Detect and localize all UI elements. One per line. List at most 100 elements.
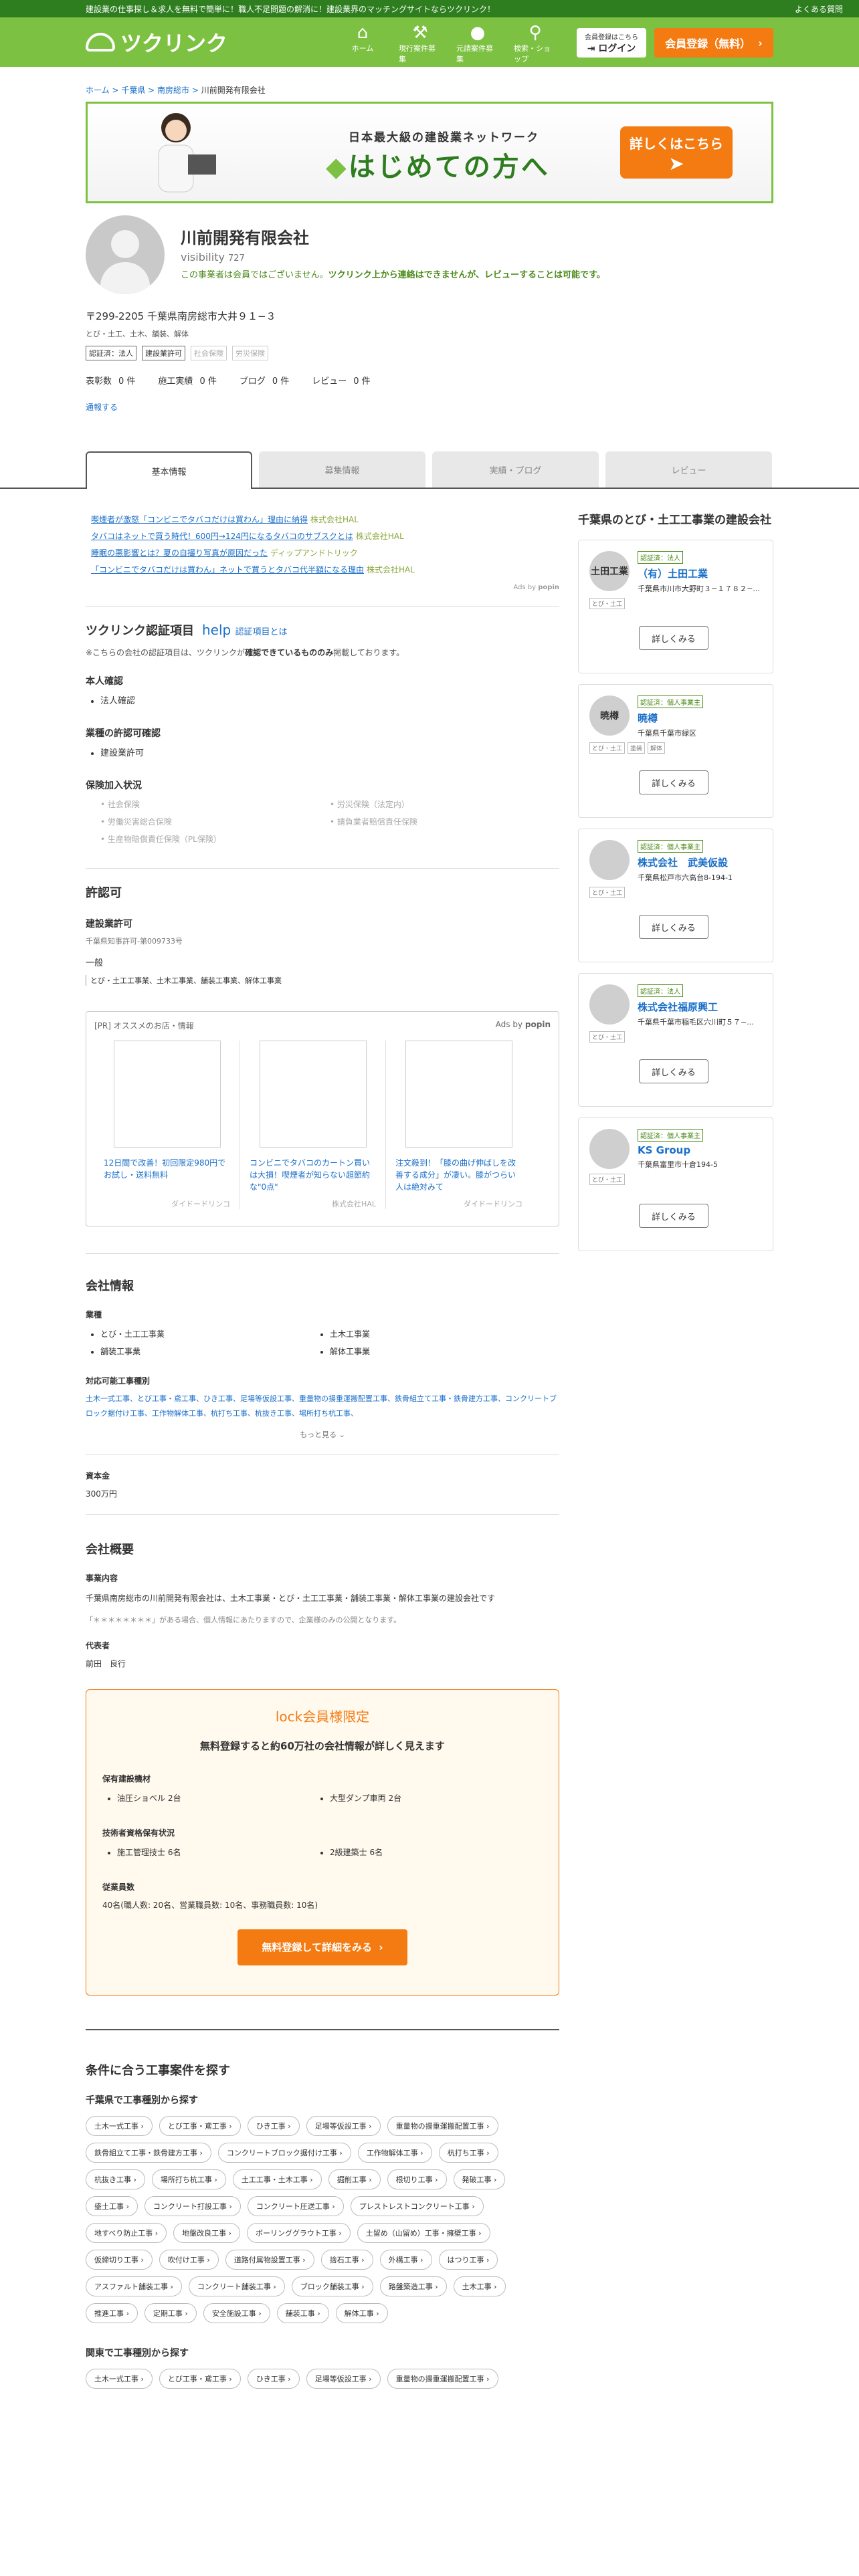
trade-chip[interactable]: 土木一式工事 › xyxy=(86,2369,153,2389)
ad-link-text[interactable]: 喫煙者が激怒「コンビニでタバコだけは買わん」理由に納得 xyxy=(91,515,308,524)
stat-works[interactable]: 施工実績 0 件 xyxy=(158,374,216,387)
trade-chip[interactable]: 盛土工事 › xyxy=(86,2196,138,2216)
trade-chip[interactable]: 重量物の揚重運搬配置工事 › xyxy=(387,2369,498,2389)
trade-chip[interactable]: 道路付属物設置工事 › xyxy=(225,2250,314,2270)
trade-chip[interactable]: 掘削工事 › xyxy=(328,2169,381,2189)
trade-chip[interactable]: 足場等仮設工事 › xyxy=(306,2369,381,2389)
company-logo[interactable] xyxy=(589,984,630,1025)
trade-chip[interactable]: 捨石工事 › xyxy=(320,2250,373,2270)
trade-chip[interactable]: コンクリート打設工事 › xyxy=(144,2196,241,2216)
nav-home[interactable]: ⌂ ホーム xyxy=(341,23,384,64)
trade-chip[interactable]: コンクリート舗装工事 › xyxy=(188,2276,285,2296)
intro-banner[interactable]: 日本最大級の建設業ネットワーク ◆はじめての方へ 詳しくはこちら ➤ xyxy=(86,102,773,203)
pr-image[interactable] xyxy=(259,1041,367,1148)
pr-card[interactable]: 注文殺到！「膝の曲げ伸ばしを改善する成分」が凄い。膝がつらい人は絶対みて ダイドー… xyxy=(386,1041,532,1209)
trade-chip[interactable]: コンクリートブロック据付け工事 › xyxy=(217,2143,351,2163)
trade-chip[interactable]: アスファルト舗装工事 › xyxy=(86,2276,182,2296)
trade-chip[interactable]: ボーリンググラウト工事 › xyxy=(247,2223,351,2243)
help-link[interactable]: 認証項目とは xyxy=(235,627,288,637)
pr-card[interactable]: 12日間で改善！初回限定980円でお試し・送料無料 ダイドードリンコ xyxy=(94,1041,240,1209)
ad-link[interactable]: 喫煙者が激怒「コンビニでタバコだけは買わん」理由に納得 株式会社HAL xyxy=(91,512,559,528)
trade-chip[interactable]: 鉄骨組立て工事・鉄骨建方工事 › xyxy=(86,2143,211,2163)
trade-chip[interactable]: 杭打ち工事 › xyxy=(438,2143,498,2163)
company-logo[interactable] xyxy=(589,840,630,880)
pr-text[interactable]: 注文殺到！「膝の曲げ伸ばしを改善する成分」が凄い。膝がつらい人は絶対みて xyxy=(395,1157,522,1194)
stat-reviews[interactable]: レビュー 0 件 xyxy=(312,374,370,387)
trade-chip[interactable]: 杭抜き工事 › xyxy=(86,2169,145,2189)
details-button[interactable]: 詳しくみる xyxy=(639,770,708,794)
help-icon[interactable]: help xyxy=(202,622,231,638)
trade-chip[interactable]: 発破工事 › xyxy=(453,2169,506,2189)
ad-link-text[interactable]: タバコはネットで買う時代！600円→124円になるタバコのサブスクとは xyxy=(91,532,353,541)
trade-chip[interactable]: 重量物の揚重運搬配置工事 › xyxy=(387,2116,498,2136)
trade-chip[interactable]: 安全施設工事 › xyxy=(203,2303,270,2323)
trade-chip[interactable]: 推進工事 › xyxy=(86,2303,138,2323)
nav-prime-jobs[interactable]: ● 元請案件募集 xyxy=(456,23,499,64)
pr-text[interactable]: 12日間で改善！初回限定980円でお試し・送料無料 xyxy=(104,1157,230,1194)
trade-chip[interactable]: ひき工事 › xyxy=(247,2369,300,2389)
company-logo[interactable]: 暁樽 xyxy=(589,695,630,736)
trade-chip[interactable]: はつり工事 › xyxy=(438,2250,498,2270)
ad-link-text[interactable]: 「コンビニでタバコだけは買わん」ネットで買うとタバコ代半額になる理由 xyxy=(91,565,364,574)
trade-chip[interactable]: 地すべり防止工事 › xyxy=(86,2223,167,2243)
trade-chip[interactable]: プレストレストコンクリート工事 › xyxy=(350,2196,484,2216)
details-button[interactable]: 詳しくみる xyxy=(639,1204,708,1228)
breadcrumb-city[interactable]: 南房総市 xyxy=(157,86,189,95)
trade-chip[interactable]: ブロック舗装工事 › xyxy=(291,2276,373,2296)
trade-chip[interactable]: 舗装工事 › xyxy=(276,2303,329,2323)
trade-chip[interactable]: 路盤築造工事 › xyxy=(379,2276,447,2296)
trade-chip[interactable]: 外構工事 › xyxy=(379,2250,432,2270)
register-details-button[interactable]: 無料登録して詳細をみる › xyxy=(237,1929,407,1965)
signup-button[interactable]: 会員登録（無料） › xyxy=(654,28,773,58)
trade-types-links[interactable]: 土木一式工事、とび工事・鳶工事、ひき工事、足場等仮設工事、重量物の揚重運搬配置工… xyxy=(86,1392,559,1422)
ad-link[interactable]: 睡眠の悪影響とは？夏の自撮り写真が原因だった ディップアンドトリック xyxy=(91,545,559,562)
trade-chip[interactable]: ひき工事 › xyxy=(247,2116,300,2136)
pr-image[interactable] xyxy=(113,1041,221,1148)
nav-search-shop[interactable]: ⚲ 検索・ショップ xyxy=(514,23,557,64)
pr-image[interactable] xyxy=(405,1041,512,1148)
breadcrumb-prefecture[interactable]: 千葉県 xyxy=(121,86,145,95)
ad-link[interactable]: タバコはネットで買う時代！600円→124円になるタバコのサブスクとは 株式会社H… xyxy=(91,528,559,545)
faq-link[interactable]: よくある質問 xyxy=(795,3,843,15)
trade-chip[interactable]: 場所打ち杭工事 › xyxy=(151,2169,226,2189)
show-more-button[interactable]: もっと見る ⌄ xyxy=(86,1429,559,1440)
pr-card[interactable]: コンビニでタバコのカートン買いは大損！喫煙者が知らない超節約な"0点" 株式会社H… xyxy=(240,1041,386,1209)
trade-chip[interactable]: 解体工事 › xyxy=(335,2303,388,2323)
tab-works-blog[interactable]: 実績・ブログ xyxy=(432,451,599,488)
trade-chip[interactable]: 地盤改良工事 › xyxy=(173,2223,241,2243)
ad-link-text[interactable]: 睡眠の悪影響とは？夏の自撮り写真が原因だった xyxy=(91,548,268,558)
details-button[interactable]: 詳しくみる xyxy=(639,915,708,939)
company-link[interactable]: 株式会社 武美仮設 xyxy=(638,855,733,869)
company-logo[interactable] xyxy=(589,1129,630,1169)
trade-chip[interactable]: 工作物解体工事 › xyxy=(357,2143,432,2163)
tab-recruitment[interactable]: 募集情報 xyxy=(259,451,425,488)
trade-chip[interactable]: 土工工事・土木工事 › xyxy=(232,2169,322,2189)
company-link[interactable]: 株式会社福原興工 xyxy=(638,1000,754,1014)
trade-chip[interactable]: 土木一式工事 › xyxy=(86,2116,153,2136)
pr-text[interactable]: コンビニでタバコのカートン買いは大損！喫煙者が知らない超節約な"0点" xyxy=(250,1157,376,1194)
company-link[interactable]: 暁樽 xyxy=(638,711,703,725)
trade-chip[interactable]: 吹付け工事 › xyxy=(159,2250,219,2270)
tab-reviews[interactable]: レビュー xyxy=(605,451,772,488)
trade-chip[interactable]: 仮締切り工事 › xyxy=(86,2250,153,2270)
company-logo[interactable]: 土田工業 xyxy=(589,551,630,591)
banner-cta-button[interactable]: 詳しくはこちら ➤ xyxy=(620,126,733,179)
trade-chip[interactable]: 定期工事 › xyxy=(144,2303,197,2323)
login-button[interactable]: 会員登録はこちら ⇥ ログイン xyxy=(577,28,646,58)
trade-chip[interactable]: 土木工事 › xyxy=(453,2276,506,2296)
stat-awards[interactable]: 表彰数 0 件 xyxy=(86,374,135,387)
report-link[interactable]: 通報する xyxy=(86,401,773,413)
site-logo[interactable]: ツクリンク xyxy=(86,27,227,58)
trade-chip[interactable]: とび工事・鳶工事 › xyxy=(159,2369,241,2389)
trade-chip[interactable]: 足場等仮設工事 › xyxy=(306,2116,381,2136)
trade-chip[interactable]: 根切り工事 › xyxy=(387,2169,447,2189)
company-link[interactable]: KS Group xyxy=(638,1144,718,1156)
nav-current-jobs[interactable]: ⚒ 現行案件募集 xyxy=(399,23,442,64)
tab-basic-info[interactable]: 基本情報 xyxy=(86,451,252,489)
breadcrumb-home[interactable]: ホーム xyxy=(86,86,110,95)
trade-chip[interactable]: コンクリート圧送工事 › xyxy=(247,2196,344,2216)
trade-chip[interactable]: とび工事・鳶工事 › xyxy=(159,2116,241,2136)
details-button[interactable]: 詳しくみる xyxy=(639,1059,708,1083)
company-link[interactable]: （有）土田工業 xyxy=(638,566,760,580)
trade-chip[interactable]: 土留め（山留め）工事・擁壁工事 › xyxy=(357,2223,490,2243)
